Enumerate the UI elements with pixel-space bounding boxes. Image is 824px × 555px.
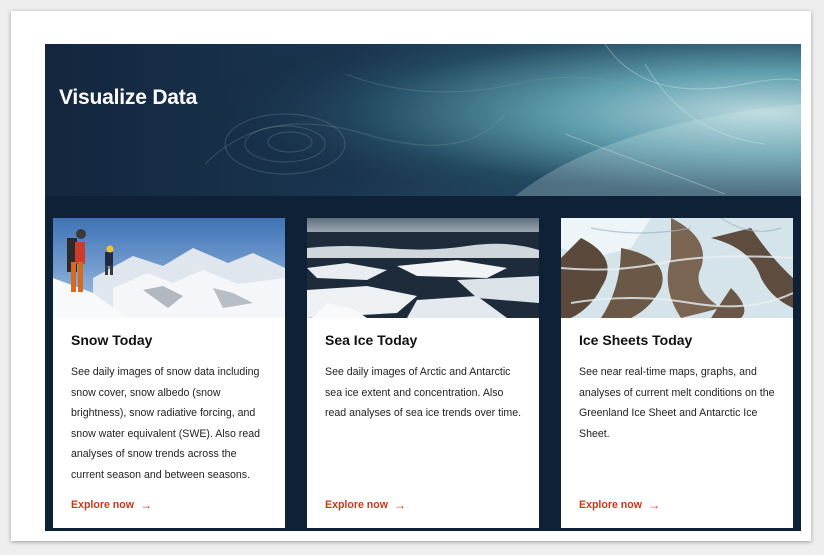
card-description: See near real-time maps, graphs, and ana… [579, 366, 775, 440]
sea-ice-image [307, 218, 539, 318]
card-title: Snow Today [71, 332, 153, 348]
snow-today-card[interactable]: Snow Today See daily images of snow data… [53, 218, 285, 528]
visualize-data-section: Visualize Data Snow Today See daily imag… [45, 44, 801, 531]
arrow-right-icon: → [647, 498, 660, 512]
link-label: Explore now [325, 499, 388, 511]
card-title: Sea Ice Today [325, 332, 418, 348]
screenshot-frame: Visualize Data Snow Today See daily imag… [11, 11, 811, 541]
section-title: Visualize Data [59, 86, 198, 109]
explore-now-link[interactable]: Explore now → [579, 498, 660, 512]
arrow-right-icon: → [393, 498, 406, 512]
card-description: See daily images of snow data including … [71, 366, 261, 481]
link-label: Explore now [579, 499, 642, 511]
hero-background-earth-image [45, 44, 801, 196]
explore-now-link[interactable]: Explore now → [71, 498, 152, 512]
ice-sheet-satellite-image [561, 218, 793, 318]
explore-now-link[interactable]: Explore now → [325, 498, 406, 512]
card-description: See daily images of Arctic and Antarctic… [325, 366, 522, 419]
ice-sheets-today-card[interactable]: Ice Sheets Today See near real-time maps… [561, 218, 793, 528]
arrow-right-icon: → [139, 498, 152, 512]
snow-mountain-image [53, 218, 285, 318]
sea-ice-today-card[interactable]: Sea Ice Today See daily images of Arctic… [307, 218, 539, 528]
card-title: Ice Sheets Today [579, 332, 693, 348]
link-label: Explore now [71, 499, 134, 511]
hero-banner: Visualize Data [45, 44, 801, 196]
